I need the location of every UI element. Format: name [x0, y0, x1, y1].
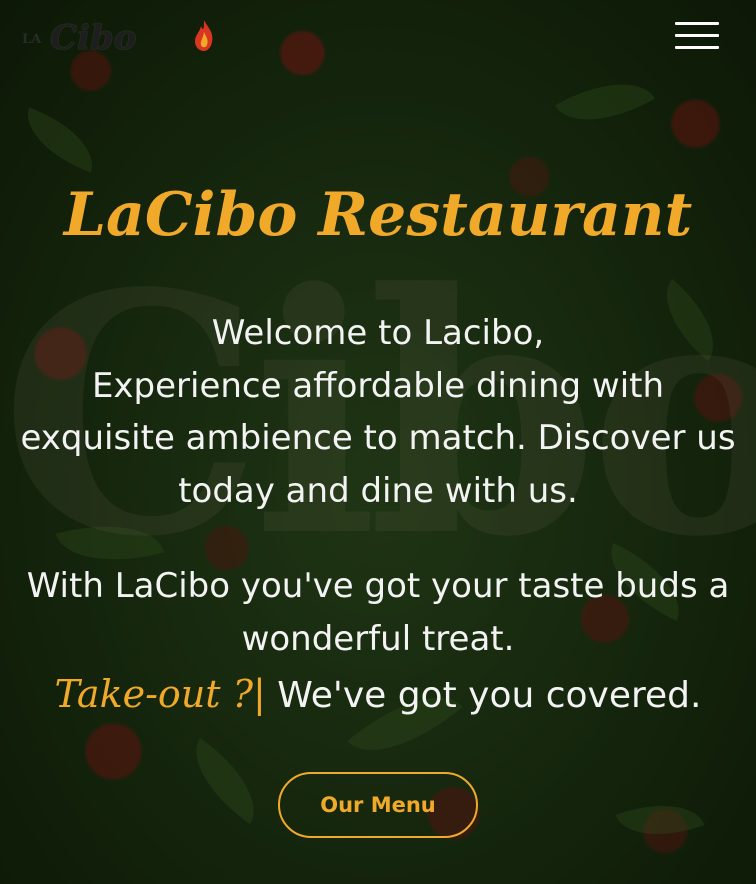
hero-text: Welcome to Lacibo, Experience affordable…	[14, 307, 742, 665]
welcome-description: Experience affordable dining with exquis…	[20, 365, 736, 511]
hero-title: LaCibo Restaurant	[63, 180, 693, 250]
welcome-line: Welcome to Lacibo,	[211, 313, 545, 353]
hero-section: LaCibo Restaurant Welcome to Lacibo, Exp…	[0, 0, 756, 884]
our-menu-button[interactable]: Our Menu	[278, 772, 478, 838]
takeout-highlight: Take-out ?|	[54, 672, 266, 716]
takeout-text: We've got you covered.	[277, 675, 702, 716]
treat-text: With LaCibo you've got your taste buds a…	[26, 566, 730, 659]
takeout-line: Take-out ?| We've got you covered.	[0, 672, 756, 716]
